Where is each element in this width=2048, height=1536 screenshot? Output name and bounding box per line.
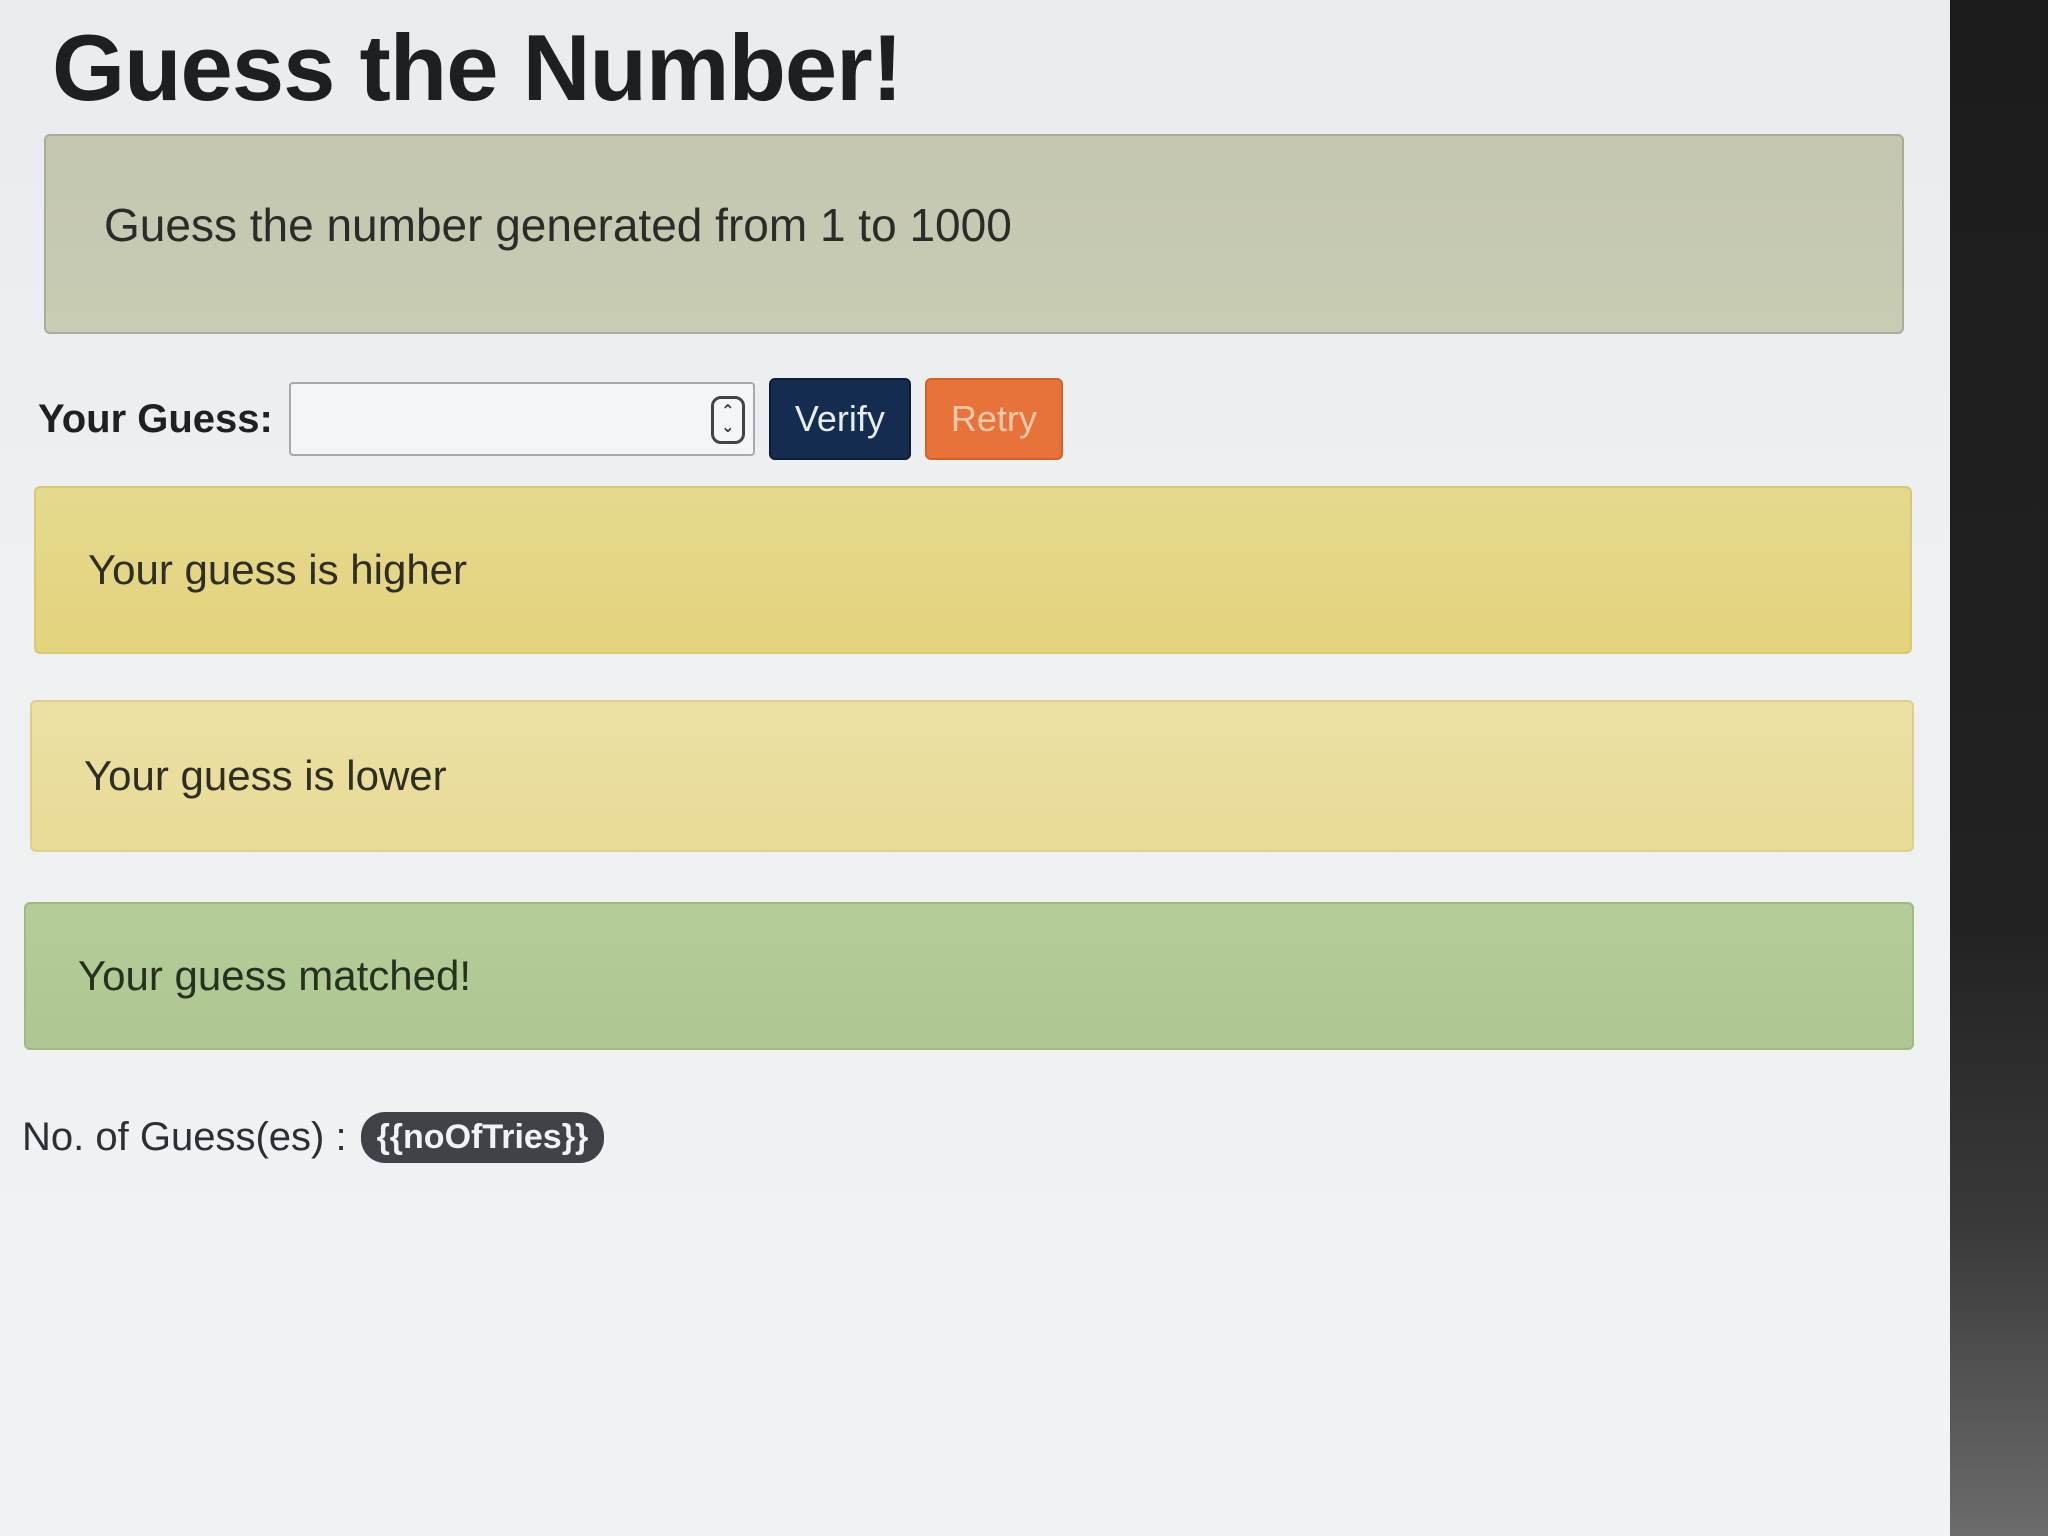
tries-label: No. of Guess(es) : xyxy=(22,1115,347,1159)
instructions-well: Guess the number generated from 1 to 100… xyxy=(44,134,1904,334)
screen-bezel xyxy=(1950,0,2048,1536)
guess-input[interactable] xyxy=(290,384,691,454)
spinner-up-icon[interactable]: ⌃ xyxy=(721,404,734,420)
verify-button[interactable]: Verify xyxy=(768,378,911,460)
spinner-down-icon[interactable]: ⌄ xyxy=(721,420,734,436)
alert-guess-matched: Your guess matched! xyxy=(24,902,1914,1050)
retry-button[interactable]: Retry xyxy=(924,378,1063,460)
tries-counter: No. of Guess(es) : {{noOfTries}} xyxy=(22,1112,605,1163)
page-title: Guess the Number! xyxy=(52,15,903,120)
guess-label: Your Guess: xyxy=(38,396,273,441)
tries-badge: {{noOfTries}} xyxy=(360,1112,605,1163)
number-spinner-icon[interactable]: ⌃ ⌄ xyxy=(710,396,745,444)
app-screen: Guess the Number! Guess the number gener… xyxy=(0,0,1952,1536)
guess-form: Your Guess: ⌃ ⌄ Verify Retry xyxy=(38,374,1063,464)
alert-guess-lower: Your guess is lower xyxy=(30,700,1914,852)
guess-input-container: ⌃ ⌄ xyxy=(288,382,755,456)
alert-guess-higher: Your guess is higher xyxy=(34,486,1912,654)
